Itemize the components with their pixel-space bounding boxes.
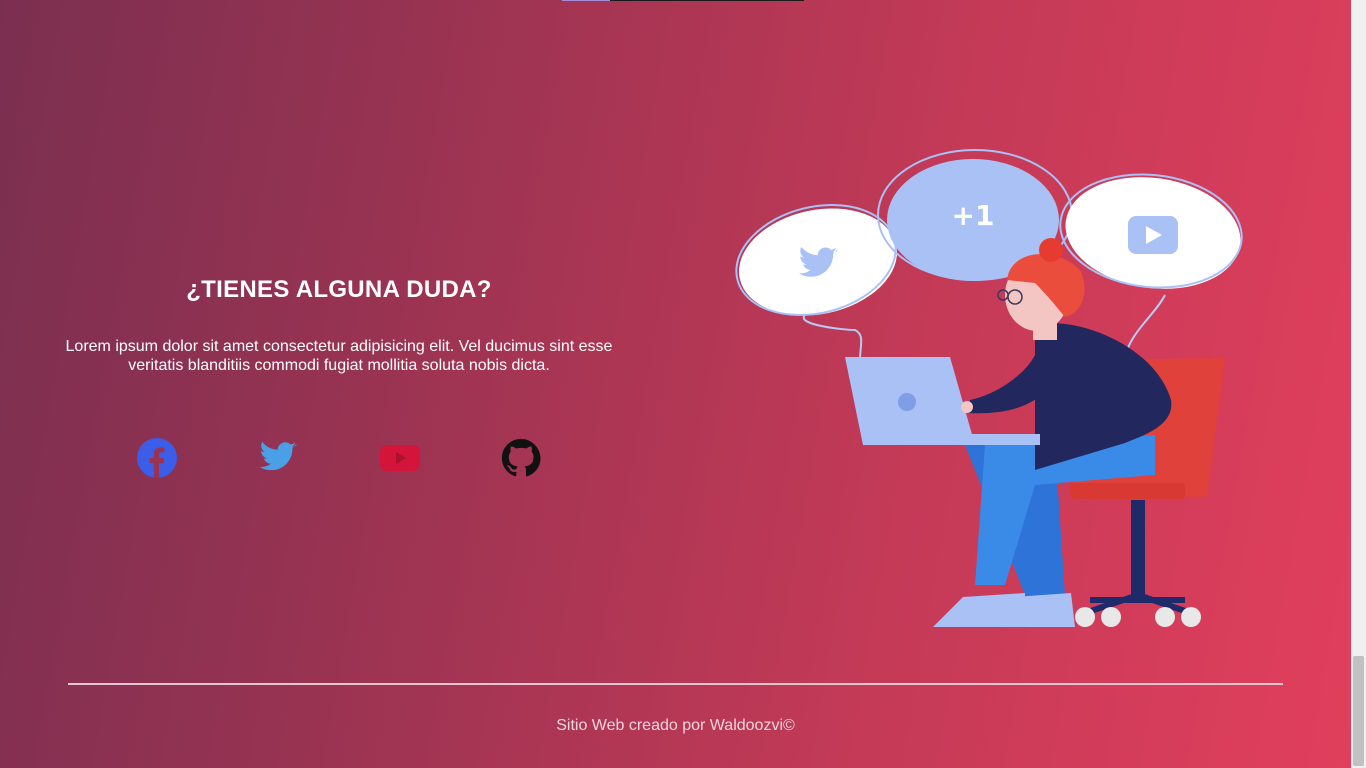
youtube-icon bbox=[380, 445, 420, 471]
youtube-link[interactable] bbox=[380, 438, 420, 478]
contact-heading: ¿TIENES ALGUNA DUDA? bbox=[186, 276, 492, 303]
footer-credit: Sitio Web creado por Waldoozvi© bbox=[556, 717, 795, 734]
twitter-bubble bbox=[735, 203, 897, 317]
social-links bbox=[137, 438, 557, 478]
top-divider-accent bbox=[562, 0, 610, 1]
contact-description: Lorem ipsum dolor sit amet consectetur a… bbox=[65, 338, 613, 374]
page-scrollbar[interactable] bbox=[1351, 0, 1366, 768]
twitter-link[interactable] bbox=[258, 438, 298, 478]
footer-divider bbox=[68, 683, 1283, 685]
github-link[interactable] bbox=[501, 438, 541, 478]
person-laptop-illustration: +1 bbox=[735, 145, 1245, 635]
facebook-link[interactable] bbox=[137, 438, 177, 478]
twitter-icon bbox=[259, 441, 297, 471]
top-divider bbox=[562, 0, 804, 1]
github-icon bbox=[501, 438, 541, 477]
plus-one-text: +1 bbox=[952, 199, 995, 232]
facebook-icon bbox=[137, 438, 177, 478]
scrollbar-thumb[interactable] bbox=[1353, 656, 1364, 766]
